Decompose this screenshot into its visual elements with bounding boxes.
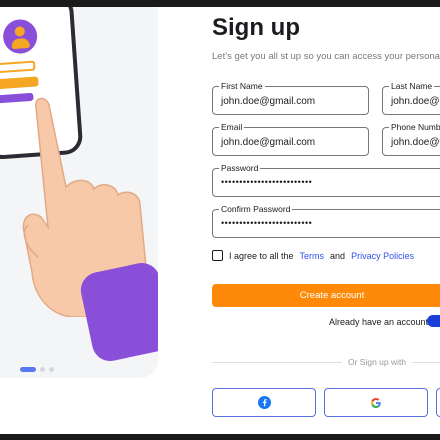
login-link[interactable] xyxy=(427,315,440,327)
facebook-signup-button[interactable] xyxy=(212,388,316,417)
first-name-field[interactable]: First Name john.doe@gmail.com xyxy=(212,81,369,115)
phone-value: john.doe@g xyxy=(391,137,440,148)
confirm-password-field[interactable]: Confirm Password •••••••••••••••••••••••… xyxy=(212,204,440,238)
top-bar xyxy=(0,0,440,7)
carousel-dot-active[interactable] xyxy=(20,367,36,372)
agree-text: I agree to all the xyxy=(229,250,294,261)
facebook-icon xyxy=(257,396,271,409)
carousel-dots xyxy=(20,367,54,372)
agree-and-text: and xyxy=(330,250,346,261)
or-signup-text: Or Sign up with xyxy=(342,357,413,367)
privacy-link[interactable]: Privacy Policies xyxy=(351,251,414,261)
already-account-text: Already have an account? xyxy=(329,317,434,327)
confirm-password-value: ••••••••••••••••••••••••• xyxy=(221,218,313,228)
phone-field[interactable]: Phone Numbe john.doe@g xyxy=(382,122,440,156)
email-field[interactable]: Email john.doe@gmail.com xyxy=(212,122,369,156)
last-name-label: Last Name xyxy=(389,81,435,92)
carousel-dot[interactable] xyxy=(40,367,45,372)
agree-checkbox[interactable] xyxy=(212,250,223,261)
carousel-dot[interactable] xyxy=(49,367,54,372)
email-value: john.doe@gmail.com xyxy=(221,137,316,148)
email-label: Email xyxy=(219,122,245,133)
create-account-button[interactable]: Create account xyxy=(212,284,440,307)
last-name-field[interactable]: Last Name john.doe@g xyxy=(382,81,440,115)
agree-row: I agree to all the Terms and Privacy Pol… xyxy=(212,250,414,261)
password-value: ••••••••••••••••••••••••• xyxy=(221,177,313,187)
password-label: Password xyxy=(219,163,261,174)
signup-illustration xyxy=(0,7,158,378)
page-subtitle: Let’s get you all st up so you can acces… xyxy=(212,51,440,62)
more-signup-button[interactable] xyxy=(436,388,440,417)
phone-label: Phone Numbe xyxy=(389,122,440,133)
last-name-value: john.doe@g xyxy=(391,96,440,107)
confirm-password-label: Confirm Password xyxy=(219,204,293,215)
first-name-label: First Name xyxy=(219,81,265,92)
terms-link[interactable]: Terms xyxy=(300,251,325,261)
google-signup-button[interactable] xyxy=(324,388,428,417)
bottom-bar xyxy=(0,434,440,440)
avatar-icon xyxy=(2,18,39,55)
password-field[interactable]: Password ••••••••••••••••••••••••• xyxy=(212,163,440,197)
google-icon xyxy=(371,397,381,408)
page-title: Sign up xyxy=(212,14,300,41)
sleeve-illustration xyxy=(77,259,158,365)
first-name-value: john.doe@gmail.com xyxy=(221,96,316,107)
